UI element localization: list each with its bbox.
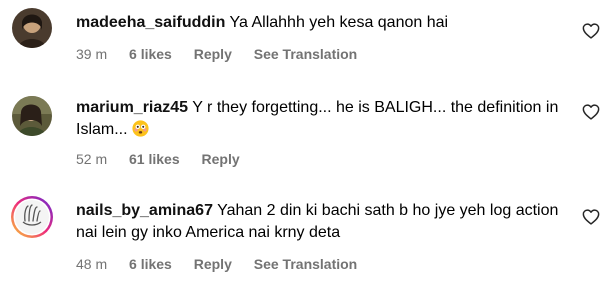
heart-outline-icon[interactable] [582,104,600,120]
heart-outline-icon[interactable] [582,209,600,225]
comment-item: madeeha_saifuddin Ya Allahhh yeh kesa qa… [0,0,608,80]
flushed-face-emoji [132,120,149,137]
comment-text-block: nails_by_amina67 Yahan 2 din ki bachi sa… [76,200,576,244]
see-translation-button[interactable]: See Translation [254,46,357,62]
likes-count[interactable]: 61 likes [129,151,180,167]
reply-button[interactable]: Reply [194,256,232,272]
username-link[interactable]: marium_riaz45 [76,99,188,116]
username-link[interactable]: nails_by_amina67 [76,202,213,219]
likes-count[interactable]: 6 likes [129,256,172,272]
comment-meta: 39 m 6 likes Reply See Translation [76,46,375,62]
avatar[interactable] [12,96,52,136]
comment-text-block: madeeha_saifuddin Ya Allahhh yeh kesa qa… [76,12,576,34]
comment-time: 52 m [76,151,108,167]
comment-time: 39 m [76,46,108,62]
heart-outline-icon[interactable] [582,23,600,39]
comment-time: 48 m [76,256,108,272]
reply-button[interactable]: Reply [194,46,232,62]
avatar[interactable] [12,8,52,48]
comment-text-block: marium_riaz45 Y r they forgetting... he … [76,97,576,141]
comment-text: Ya Allahhh yeh kesa qanon hai [229,14,449,31]
likes-count[interactable]: 6 likes [129,46,172,62]
comment-meta: 48 m 6 likes Reply See Translation [76,256,375,272]
comment-item: nails_by_amina67 Yahan 2 din ki bachi sa… [0,180,608,284]
reply-button[interactable]: Reply [202,151,240,167]
comment-meta: 52 m 61 likes Reply [76,151,258,167]
avatar[interactable] [10,195,54,239]
comment-item: marium_riaz45 Y r they forgetting... he … [0,80,608,180]
username-link[interactable]: madeeha_saifuddin [76,14,225,31]
see-translation-button[interactable]: See Translation [254,256,357,272]
